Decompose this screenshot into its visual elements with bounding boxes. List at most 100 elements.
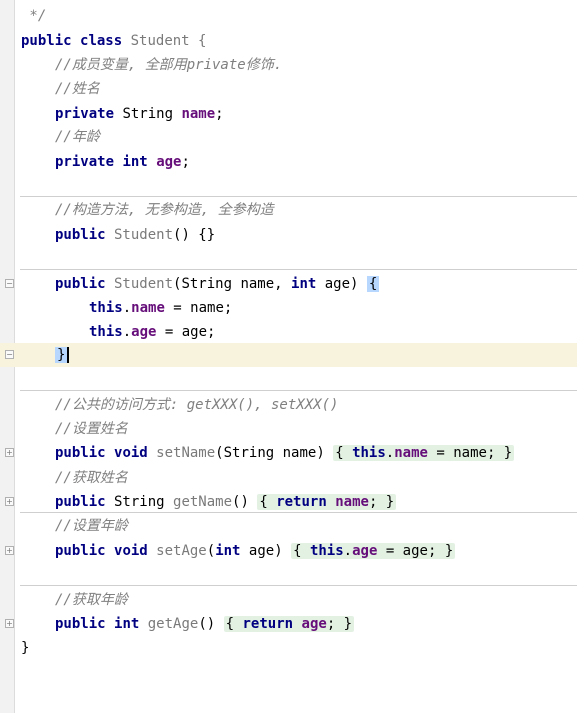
folded-body[interactable]: { return name; }: [257, 494, 397, 510]
brace: }: [21, 640, 30, 656]
comment: //姓名: [55, 81, 100, 97]
brace: }: [385, 494, 395, 510]
keyword: this: [89, 300, 123, 316]
keyword: public: [55, 445, 106, 461]
comment: //成员变量, 全部用private修饰.: [55, 57, 283, 73]
fold-marker-icon[interactable]: +: [5, 546, 14, 555]
method-name: Student: [105, 276, 174, 292]
code-text: (String name,: [173, 276, 292, 292]
method-name: getAge: [139, 616, 199, 632]
punctuation: ;: [215, 106, 224, 122]
fold-marker-icon[interactable]: −: [5, 350, 14, 359]
code-text: age): [240, 543, 292, 559]
code-text: age): [316, 276, 367, 292]
type-name: String: [105, 494, 174, 510]
punctuation: .: [343, 543, 353, 559]
comment: //获取姓名: [55, 470, 128, 486]
code-line[interactable]: − public Student(String name, int age) {: [0, 272, 577, 296]
field: age: [131, 324, 157, 340]
code-line[interactable]: //公共的访问方式: getXXX(), setXXX(): [0, 393, 577, 417]
brace: {: [293, 543, 302, 559]
text-caret: [67, 347, 70, 363]
punctuation: .: [122, 300, 132, 316]
keyword: public: [55, 227, 106, 243]
code-text: (): [232, 494, 258, 510]
keyword: this: [352, 445, 386, 461]
code-text: () {}: [173, 227, 216, 243]
field: name: [335, 494, 369, 510]
comment: //构造方法, 无参构造, 全参构造: [55, 202, 274, 218]
code-line[interactable]: //获取姓名: [0, 466, 577, 490]
keyword: public: [55, 494, 106, 510]
punctuation: ;: [368, 494, 386, 510]
keyword: return: [242, 616, 294, 632]
keyword: this: [89, 324, 123, 340]
code-line[interactable]: private String name;: [0, 102, 577, 126]
method-name: getName: [173, 494, 233, 510]
method-separator: [20, 585, 577, 586]
code-line[interactable]: //成员变量, 全部用private修饰.: [0, 53, 577, 77]
keyword: void: [114, 543, 148, 559]
code-line[interactable]: //设置姓名: [0, 417, 577, 441]
code-line[interactable]: + public void setName(String name) { thi…: [0, 441, 577, 465]
keyword: public: [55, 616, 106, 632]
folded-body[interactable]: { this.name = name; }: [333, 445, 515, 461]
fold-marker-icon[interactable]: +: [5, 497, 14, 506]
brace: }: [444, 543, 454, 559]
brace: {: [225, 616, 235, 632]
code-line[interactable]: private int age;: [0, 150, 577, 174]
code-line[interactable]: + public int getAge() { return age; }: [0, 612, 577, 636]
code-line[interactable]: + public void setAge(int age) { this.age…: [0, 539, 577, 563]
code-text: (): [198, 616, 224, 632]
keyword: public: [55, 276, 106, 292]
method-name: Student: [105, 227, 174, 243]
current-line[interactable]: − }: [0, 343, 577, 367]
method-name: setAge: [147, 543, 207, 559]
field: name: [394, 445, 428, 461]
code-line[interactable]: //姓名: [0, 77, 577, 101]
code-text: = age;: [156, 324, 216, 340]
method-separator: [20, 390, 577, 391]
code-line[interactable]: //获取年龄: [0, 588, 577, 612]
keyword: int: [215, 543, 241, 559]
code-line[interactable]: public Student() {}: [0, 223, 577, 247]
keyword: public: [55, 543, 106, 559]
fold-marker-icon[interactable]: −: [5, 279, 14, 288]
code-line[interactable]: this.age = age;: [0, 320, 577, 344]
type-name: String: [114, 106, 182, 122]
code-line[interactable]: //设置年龄: [0, 514, 577, 538]
folded-body[interactable]: { return age; }: [223, 616, 355, 632]
fold-marker-icon[interactable]: +: [5, 448, 14, 457]
code-text: = name;: [427, 445, 504, 461]
punctuation: ;: [326, 616, 344, 632]
keyword: int: [114, 616, 140, 632]
keyword: this: [309, 543, 344, 559]
code-line[interactable]: */: [0, 4, 577, 28]
code-line[interactable]: public class Student {: [0, 29, 577, 53]
code-line[interactable]: this.name = name;: [0, 296, 577, 320]
keyword: public: [21, 33, 72, 49]
code-line[interactable]: + public String getName() { return name;…: [0, 490, 577, 514]
code-editor[interactable]: */ public class Student { //成员变量, 全部用pri…: [0, 0, 577, 713]
field: name: [131, 300, 165, 316]
method-separator: [20, 269, 577, 270]
code-line[interactable]: }: [0, 636, 577, 660]
fold-marker-icon[interactable]: +: [5, 619, 14, 628]
comment: */: [21, 8, 47, 24]
brace: }: [503, 445, 513, 461]
brace: }: [343, 616, 353, 632]
punctuation: ;: [181, 154, 190, 170]
punctuation: .: [122, 324, 132, 340]
code-text: (: [206, 543, 216, 559]
method-separator: [20, 512, 577, 513]
field: age: [156, 154, 182, 170]
brace: {: [259, 494, 268, 510]
brace: {: [335, 445, 344, 461]
code-line[interactable]: //年龄: [0, 125, 577, 149]
code-line[interactable]: //构造方法, 无参构造, 全参构造: [0, 198, 577, 222]
keyword: return: [276, 494, 327, 510]
punctuation: .: [385, 445, 395, 461]
comment: //设置姓名: [55, 421, 128, 437]
field: name: [181, 106, 216, 122]
folded-body[interactable]: { this.age = age; }: [291, 543, 456, 559]
